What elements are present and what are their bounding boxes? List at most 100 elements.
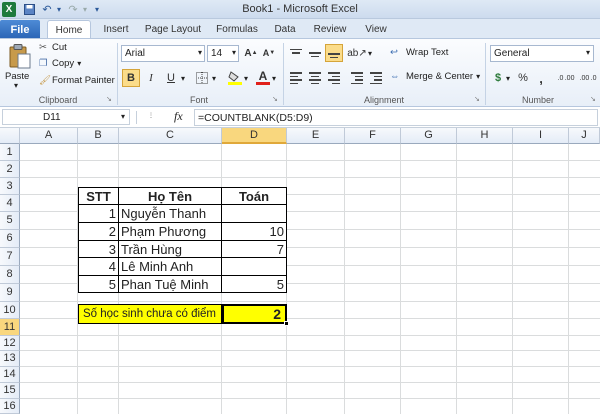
- font-launcher-icon[interactable]: ↘: [272, 95, 278, 103]
- align-right-icon[interactable]: [325, 69, 343, 87]
- row-header-10[interactable]: 10: [0, 302, 20, 319]
- font-color-icon[interactable]: A: [254, 68, 272, 86]
- font-size-select[interactable]: 14 ▾: [207, 45, 239, 62]
- cell-name[interactable]: Phan Tuệ Minh: [121, 276, 221, 293]
- column-header-d[interactable]: D: [222, 128, 287, 144]
- align-top-icon[interactable]: [287, 44, 305, 62]
- fill-handle[interactable]: [284, 321, 289, 326]
- row-header-4[interactable]: 4: [0, 195, 20, 212]
- orientation-dropdown-icon[interactable]: ▾: [368, 49, 372, 58]
- formula-input[interactable]: =COUNTBLANK(D5:D9): [194, 109, 598, 126]
- align-bottom-icon[interactable]: [325, 44, 343, 62]
- wrap-text-button[interactable]: ↩ Wrap Text: [390, 47, 448, 58]
- tab-page-layout[interactable]: Page Layout: [140, 20, 206, 38]
- align-center-icon[interactable]: [306, 69, 324, 87]
- row-header-1[interactable]: 1: [0, 144, 20, 161]
- comma-button[interactable]: ,: [532, 69, 550, 87]
- header-name[interactable]: Họ Tên: [119, 188, 221, 204]
- number-launcher-icon[interactable]: ↘: [590, 95, 596, 103]
- copy-button[interactable]: ❐ Copy ▾: [39, 58, 81, 69]
- currency-dropdown-icon[interactable]: ▾: [506, 74, 510, 83]
- row-header-11[interactable]: 11: [0, 319, 20, 336]
- row-header-14[interactable]: 14: [0, 367, 20, 383]
- format-painter-button[interactable]: 🖌 Format Painter: [39, 75, 115, 86]
- select-all-corner[interactable]: [0, 128, 20, 144]
- cell-stt[interactable]: 4: [79, 258, 116, 275]
- merge-center-button[interactable]: ⇔ Merge & Center ▾: [390, 71, 480, 82]
- cut-button[interactable]: ✂ Cut: [39, 42, 67, 53]
- column-header-a[interactable]: A: [20, 128, 78, 144]
- header-math[interactable]: Toán: [222, 188, 286, 204]
- fill-color-dropdown-icon[interactable]: ▾: [244, 74, 248, 83]
- bold-button[interactable]: B: [122, 69, 140, 87]
- cell-name[interactable]: Phạm Phương: [121, 223, 221, 240]
- column-header-h[interactable]: H: [457, 128, 513, 144]
- column-header-f[interactable]: F: [345, 128, 401, 144]
- insert-function-button[interactable]: fx: [174, 109, 183, 124]
- cell-stt[interactable]: 1: [79, 205, 116, 222]
- borders-dropdown-icon[interactable]: ▾: [212, 74, 216, 83]
- cell-math[interactable]: 7: [222, 241, 284, 257]
- cell-math[interactable]: [222, 258, 284, 275]
- column-header-c[interactable]: C: [119, 128, 222, 144]
- grow-font-icon[interactable]: A ▲: [242, 44, 260, 62]
- cell-math[interactable]: 5: [222, 276, 284, 293]
- cell-name[interactable]: Nguyễn Thanh: [121, 205, 221, 222]
- orientation-icon[interactable]: ab↗: [347, 44, 367, 62]
- decrease-indent-icon[interactable]: [348, 69, 366, 87]
- decrease-decimal-button[interactable]: .00 .0: [578, 69, 598, 87]
- paste-button[interactable]: Paste ▾: [5, 41, 33, 91]
- italic-button[interactable]: I: [142, 69, 160, 87]
- percent-button[interactable]: %: [514, 69, 532, 87]
- summary-label[interactable]: Số học sinh chưa có điểm: [78, 304, 222, 324]
- cell-stt[interactable]: 5: [79, 276, 116, 293]
- alignment-launcher-icon[interactable]: ↘: [474, 95, 480, 103]
- column-header-j[interactable]: J: [569, 128, 600, 144]
- align-left-icon[interactable]: [287, 69, 305, 87]
- cell-stt[interactable]: 3: [79, 241, 116, 257]
- tab-data[interactable]: Data: [268, 20, 302, 38]
- column-header-e[interactable]: E: [287, 128, 345, 144]
- row-header-8[interactable]: 8: [0, 266, 20, 284]
- tab-view[interactable]: View: [358, 20, 394, 38]
- row-header-7[interactable]: 7: [0, 248, 20, 266]
- name-box[interactable]: D11 ▾: [2, 109, 130, 125]
- header-stt[interactable]: STT: [79, 188, 118, 204]
- increase-indent-icon[interactable]: [367, 69, 385, 87]
- column-header-i[interactable]: I: [513, 128, 569, 144]
- row-header-13[interactable]: 13: [0, 351, 20, 367]
- row-header-12[interactable]: 12: [0, 336, 20, 351]
- font-name-select[interactable]: Arial ▾: [121, 45, 205, 62]
- row-header-9[interactable]: 9: [0, 284, 20, 302]
- summary-value[interactable]: 2: [222, 304, 287, 324]
- align-middle-icon[interactable]: [306, 44, 324, 62]
- increase-decimal-button[interactable]: .0 .00: [556, 69, 576, 87]
- shrink-font-icon[interactable]: A ▼: [260, 44, 278, 62]
- underline-button[interactable]: U: [162, 69, 180, 87]
- borders-icon[interactable]: [193, 69, 211, 87]
- font-color-dropdown-icon[interactable]: ▾: [272, 74, 276, 83]
- tab-home[interactable]: Home: [47, 20, 91, 39]
- row-header-16[interactable]: 16: [0, 399, 20, 414]
- currency-button[interactable]: $: [489, 69, 507, 87]
- cell-name[interactable]: Trần Hùng: [121, 241, 221, 257]
- column-header-b[interactable]: B: [78, 128, 119, 144]
- tab-review[interactable]: Review: [306, 20, 354, 38]
- underline-dropdown-icon[interactable]: ▾: [181, 74, 185, 83]
- cell-math[interactable]: 10: [222, 223, 284, 240]
- tab-insert[interactable]: Insert: [96, 20, 136, 38]
- column-header-g[interactable]: G: [401, 128, 457, 144]
- row-header-3[interactable]: 3: [0, 178, 20, 195]
- tab-formulas[interactable]: Formulas: [210, 20, 264, 38]
- cell-name[interactable]: Lê Minh Anh: [121, 258, 221, 275]
- row-header-15[interactable]: 15: [0, 383, 20, 399]
- fill-color-icon[interactable]: [226, 68, 244, 86]
- row-header-6[interactable]: 6: [0, 230, 20, 248]
- cell-math[interactable]: [222, 205, 284, 222]
- row-header-5[interactable]: 5: [0, 212, 20, 230]
- clipboard-launcher-icon[interactable]: ↘: [106, 95, 112, 103]
- cell-stt[interactable]: 2: [79, 223, 116, 240]
- number-format-select[interactable]: General ▾: [490, 45, 594, 62]
- row-header-2[interactable]: 2: [0, 161, 20, 178]
- tab-file[interactable]: File: [0, 20, 40, 39]
